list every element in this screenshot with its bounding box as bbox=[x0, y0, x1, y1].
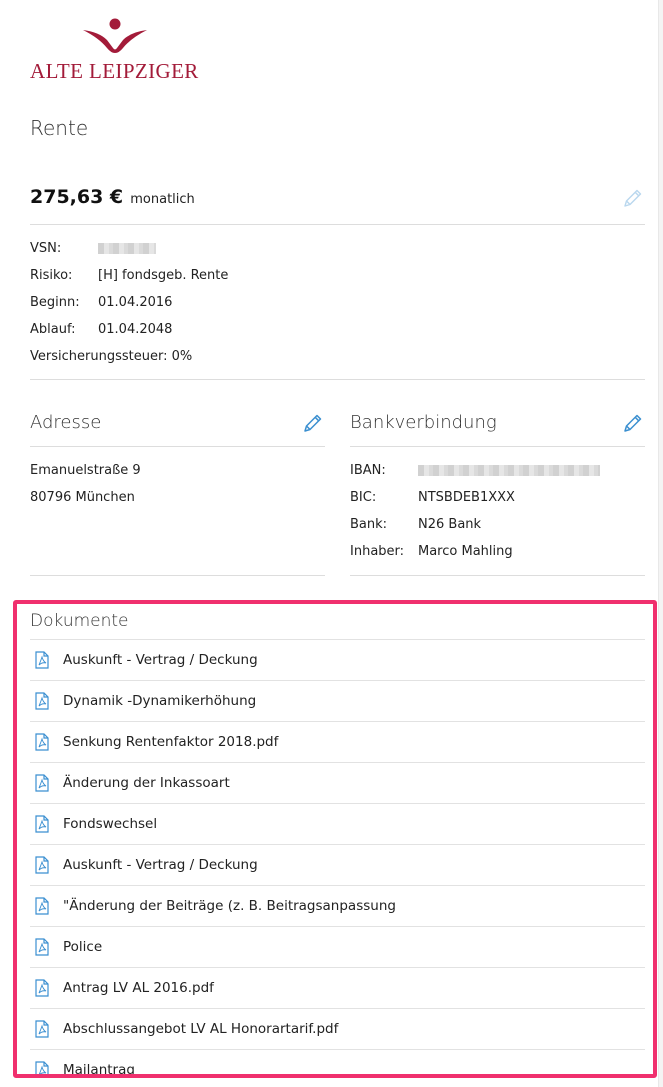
detail-label: VSN: bbox=[30, 241, 62, 256]
bank-label: BIC: bbox=[350, 490, 377, 505]
document-item[interactable]: Police bbox=[30, 926, 645, 967]
right-scroll-edge bbox=[658, 0, 663, 1087]
pencil-icon bbox=[304, 414, 322, 432]
detail-label: Ablauf: bbox=[30, 322, 76, 337]
document-label: Auskunft - Vertrag / Deckung bbox=[63, 652, 258, 668]
document-label: Änderung der Inkassoart bbox=[63, 775, 230, 791]
divider bbox=[350, 446, 645, 447]
document-item[interactable]: Abschlussangebot LV AL Honorartarif.pdf bbox=[30, 1008, 645, 1049]
document-item[interactable]: Antrag LV AL 2016.pdf bbox=[30, 967, 645, 1008]
detail-ablauf: Ablauf: 01.04.2048 bbox=[30, 321, 172, 339]
redacted-value bbox=[98, 243, 156, 254]
document-item[interactable]: Auskunft - Vertrag / Deckung bbox=[30, 844, 645, 885]
pdf-file-icon bbox=[35, 979, 49, 997]
bank-label: Bank: bbox=[350, 517, 388, 532]
detail-value: [H] fondsgeb. Rente bbox=[98, 268, 229, 283]
divider bbox=[30, 224, 645, 225]
pdf-file-icon bbox=[35, 774, 49, 792]
document-label: "Änderung der Beiträge (z. B. Beitragsan… bbox=[63, 898, 396, 914]
pdf-file-icon bbox=[35, 1061, 49, 1074]
bank-title: Bankverbindung bbox=[350, 412, 497, 433]
price-amount: 275,63 € bbox=[30, 186, 124, 208]
documents-list: Auskunft - Vertrag / Deckung Dynamik -Dy… bbox=[30, 639, 645, 1078]
brand-name: ALTE LEIPZIGER bbox=[30, 59, 199, 83]
divider bbox=[30, 575, 325, 576]
brand-logo: ALTE LEIPZIGER bbox=[30, 18, 200, 84]
detail-label: Risiko: bbox=[30, 268, 73, 283]
detail-value: 01.04.2016 bbox=[98, 295, 173, 310]
pdf-file-icon bbox=[35, 938, 49, 956]
divider bbox=[30, 446, 325, 447]
document-item[interactable]: Senkung Rentenfaktor 2018.pdf bbox=[30, 721, 645, 762]
detail-tax: Versicherungssteuer: 0% bbox=[30, 349, 193, 364]
documents-title: Dokumente bbox=[30, 611, 129, 631]
document-item[interactable]: "Änderung der Beiträge (z. B. Beitragsan… bbox=[30, 885, 645, 926]
brand-logo-icon bbox=[83, 18, 147, 53]
detail-risiko: Risiko: [H] fondsgeb. Rente bbox=[30, 267, 228, 285]
price-row: 275,63 € monatlich bbox=[30, 186, 645, 214]
document-item[interactable]: Änderung der Inkassoart bbox=[30, 762, 645, 803]
divider bbox=[350, 575, 645, 576]
price-unit: monatlich bbox=[130, 192, 195, 207]
document-label: Fondswechsel bbox=[63, 816, 158, 832]
pencil-icon bbox=[624, 414, 642, 432]
document-label: Antrag LV AL 2016.pdf bbox=[63, 980, 214, 996]
document-label: Auskunft - Vertrag / Deckung bbox=[63, 857, 258, 873]
edit-bank-button[interactable] bbox=[622, 412, 644, 434]
document-label: Mailantrag bbox=[63, 1062, 135, 1078]
address-street: Emanuelstraße 9 bbox=[30, 463, 141, 478]
edit-address-button[interactable] bbox=[302, 412, 324, 434]
pdf-file-icon bbox=[35, 733, 49, 751]
pdf-file-icon bbox=[35, 897, 49, 915]
document-label: Dynamik -Dynamikerhöhung bbox=[63, 693, 257, 709]
detail-vsn: VSN: bbox=[30, 240, 156, 258]
documents-section: Dokumente Auskunft - Vertrag / Deckung D… bbox=[13, 600, 657, 1078]
bank-value: Marco Mahling bbox=[418, 544, 513, 559]
bank-name: Bank: N26 Bank bbox=[350, 516, 481, 534]
bank-label: Inhaber: bbox=[350, 544, 405, 559]
bank-value: N26 Bank bbox=[418, 517, 482, 532]
edit-contract-button[interactable] bbox=[622, 187, 644, 209]
document-item[interactable]: Fondswechsel bbox=[30, 803, 645, 844]
document-label: Abschlussangebot LV AL Honorartarif.pdf bbox=[63, 1021, 339, 1037]
detail-value: 01.04.2048 bbox=[98, 322, 173, 337]
bank-holder: Inhaber: Marco Mahling bbox=[350, 543, 513, 561]
document-item[interactable]: Auskunft - Vertrag / Deckung bbox=[30, 639, 645, 680]
document-label: Senkung Rentenfaktor 2018.pdf bbox=[63, 734, 279, 750]
divider bbox=[30, 379, 645, 380]
pdf-file-icon bbox=[35, 856, 49, 874]
bank-value: NTSBDEB1XXX bbox=[418, 490, 515, 505]
document-item[interactable]: Dynamik -Dynamikerhöhung bbox=[30, 680, 645, 721]
address-title: Adresse bbox=[30, 412, 102, 433]
bank-iban: IBAN: bbox=[350, 462, 600, 480]
bank-bic: BIC: NTSBDEB1XXX bbox=[350, 489, 515, 507]
pdf-file-icon bbox=[35, 815, 49, 833]
pdf-file-icon bbox=[35, 1020, 49, 1038]
address-city: 80796 München bbox=[30, 490, 135, 505]
bank-label: IBAN: bbox=[350, 463, 386, 478]
detail-beginn: Beginn: 01.04.2016 bbox=[30, 294, 172, 312]
pdf-file-icon bbox=[35, 692, 49, 710]
page-title: Rente bbox=[30, 116, 89, 140]
pdf-file-icon bbox=[35, 651, 49, 669]
document-item[interactable]: Mailantrag bbox=[30, 1049, 645, 1078]
document-label: Police bbox=[63, 939, 103, 955]
detail-label: Beginn: bbox=[30, 295, 80, 310]
redacted-value bbox=[418, 465, 600, 476]
pencil-icon bbox=[624, 189, 642, 207]
